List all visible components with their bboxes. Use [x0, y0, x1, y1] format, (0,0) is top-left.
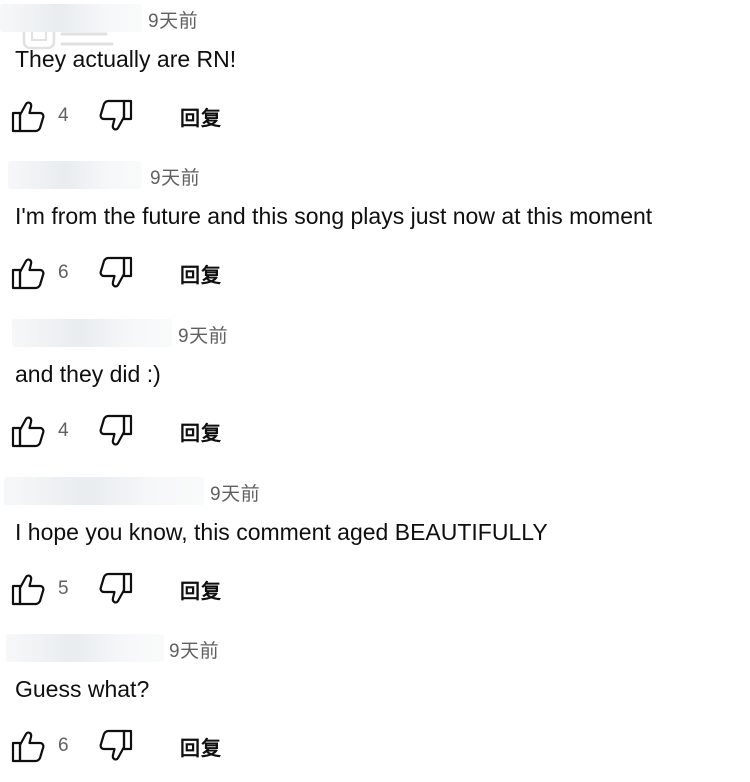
- comment-text: I'm from the future and this song plays …: [15, 203, 653, 229]
- thumbs-down-icon: [98, 728, 134, 764]
- thumbs-down-icon: [98, 571, 134, 607]
- thumbs-down-icon: [98, 413, 134, 449]
- comment-text: I hope you know, this comment aged BEAUT…: [15, 519, 548, 545]
- comment-time: 9天前: [148, 11, 199, 32]
- comment-actions: 4 回复: [10, 96, 310, 136]
- comment-item: 9天前 and they did :) 4 回复: [0, 315, 750, 465]
- reply-label: 回复: [180, 264, 222, 287]
- author-name-redacted[interactable]: [4, 477, 204, 505]
- reply-label: 回复: [180, 737, 222, 760]
- comment-actions: 6 回复: [10, 253, 310, 293]
- dislike-button[interactable]: [98, 411, 134, 451]
- like-button[interactable]: 6: [10, 726, 69, 766]
- like-button[interactable]: 6: [10, 253, 69, 293]
- comment-text: They actually are RN!: [15, 46, 237, 72]
- reply-button[interactable]: 回复: [180, 253, 222, 293]
- comment-time: 9天前: [210, 484, 261, 505]
- comment-header: 9天前: [0, 0, 750, 34]
- comment-time: 9天前: [178, 326, 229, 347]
- reply-button[interactable]: 回复: [180, 569, 222, 609]
- comment-item: 9天前 Guess what? 6 回复: [0, 630, 750, 780]
- like-count: 5: [58, 578, 69, 599]
- comment-text: Guess what?: [15, 676, 150, 702]
- thumbs-down-icon: [98, 98, 134, 134]
- author-name-redacted[interactable]: [6, 634, 164, 662]
- dislike-button[interactable]: [98, 253, 134, 293]
- thumbs-up-icon: [10, 571, 46, 607]
- comment-item: 9天前 I hope you know, this comment aged B…: [0, 473, 750, 623]
- like-count: 4: [58, 420, 69, 441]
- comment-header: 9天前: [0, 315, 750, 349]
- like-button[interactable]: 4: [10, 411, 69, 451]
- author-name-redacted[interactable]: [8, 161, 142, 189]
- like-count: 4: [58, 105, 69, 126]
- reply-button[interactable]: 回复: [180, 96, 222, 136]
- thumbs-up-icon: [10, 98, 46, 134]
- comment-item: 9天前 They actually are RN! 4 回复: [0, 0, 750, 150]
- like-count: 6: [58, 735, 69, 756]
- author-name-redacted[interactable]: [0, 4, 142, 32]
- like-count: 6: [58, 262, 69, 283]
- dislike-button[interactable]: [98, 569, 134, 609]
- reply-label: 回复: [180, 580, 222, 603]
- comment-actions: 4 回复: [10, 411, 310, 451]
- comment-actions: 5 回复: [10, 569, 310, 609]
- reply-label: 回复: [180, 107, 222, 130]
- comment-time: 9天前: [169, 641, 220, 662]
- thumbs-up-icon: [10, 413, 46, 449]
- thumbs-down-icon: [98, 255, 134, 291]
- comment-item: 9天前 I'm from the future and this song pl…: [0, 157, 750, 307]
- comment-time: 9天前: [150, 168, 201, 189]
- dislike-button[interactable]: [98, 726, 134, 766]
- comment-text: and they did :): [15, 361, 161, 387]
- comment-header: 9天前: [0, 630, 750, 664]
- thumbs-up-icon: [10, 255, 46, 291]
- reply-button[interactable]: 回复: [180, 726, 222, 766]
- like-button[interactable]: 5: [10, 569, 69, 609]
- like-button[interactable]: 4: [10, 96, 69, 136]
- comment-header: 9天前: [0, 157, 750, 191]
- comment-header: 9天前: [0, 473, 750, 507]
- reply-label: 回复: [180, 422, 222, 445]
- thumbs-up-icon: [10, 728, 46, 764]
- comment-actions: 6 回复: [10, 726, 310, 766]
- dislike-button[interactable]: [98, 96, 134, 136]
- reply-button[interactable]: 回复: [180, 411, 222, 451]
- author-name-redacted[interactable]: [12, 319, 172, 347]
